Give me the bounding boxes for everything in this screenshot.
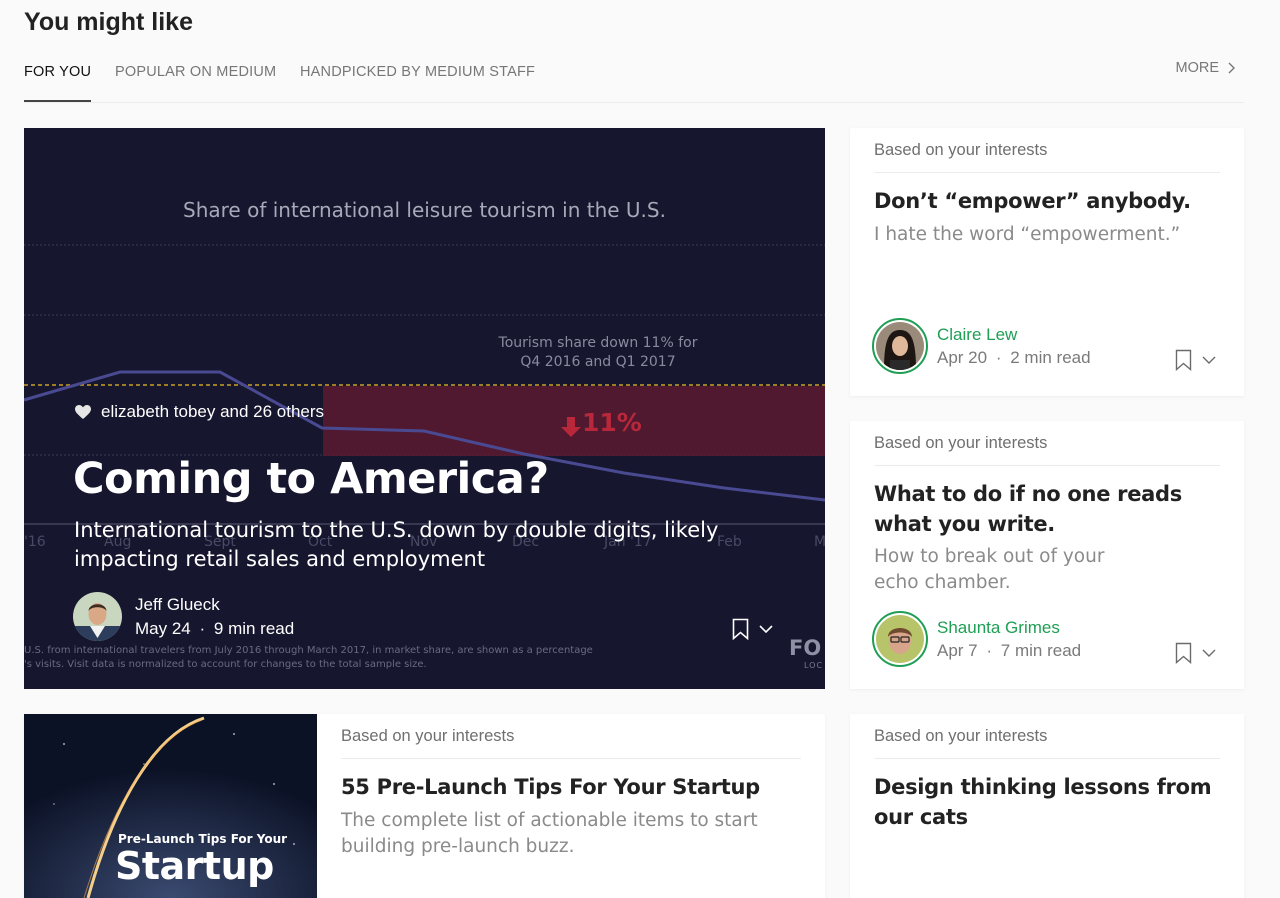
bookmark-icon[interactable] [1175,349,1192,371]
story-card[interactable]: Pre-Launch Tips For Your Startup Based o… [24,714,825,898]
divider [874,172,1220,173]
post-meta: May 24 · 9 min read [135,619,294,639]
more-label: MORE [1175,60,1220,76]
featured-story-card[interactable]: Share of international leisure tourism i… [24,128,825,689]
meta-separator: · [986,640,993,660]
chevron-right-icon [1228,62,1235,74]
card-label: Based on your interests [874,727,1048,745]
author-name[interactable]: Jeff Glueck [135,595,294,615]
featured-author-block: Jeff Glueck May 24 · 9 min read [73,592,294,641]
card-title[interactable]: 55 Pre-Launch Tips For Your Startup [341,772,801,802]
more-button[interactable]: MORE [1176,60,1237,76]
avatar-image [876,322,924,370]
section-title: You might like [24,8,193,36]
image-logo: FO [789,636,822,660]
month-label: M [814,534,825,550]
card-label: Based on your interests [874,141,1048,159]
avatar[interactable] [872,318,928,374]
story-thumbnail: Pre-Launch Tips For Your Startup [24,714,317,898]
source-line-1: U.S. from international travelers from J… [24,645,593,656]
post-meta: Apr 7 · 7 min read [937,641,1081,661]
bookmark-icon[interactable] [1175,642,1192,664]
chart-annotation: Tourism share down 11% for Q4 2016 and Q… [498,334,698,372]
chart-source-note: U.S. from international travelers from J… [24,644,593,672]
card-title[interactable]: Don’t “empower” anybody. [874,186,1214,216]
chevron-down-icon[interactable] [759,624,773,634]
author-name[interactable]: Claire Lew [937,325,1091,345]
recommendations: elizabeth tobey and 26 others [74,402,324,422]
divider [874,465,1220,466]
recommended-by-text: elizabeth tobey and 26 others [101,402,325,421]
active-tab-indicator [24,100,91,102]
post-date: Apr 20 [937,347,988,367]
card-label: Based on your interests [341,727,515,745]
author-name[interactable]: Shaunta Grimes [937,618,1081,638]
featured-title[interactable]: Coming to America? [73,454,549,504]
card-author-block: Shaunta Grimes Apr 7 · 7 min read [872,611,1081,667]
divider [874,758,1220,759]
card-actions [1175,349,1216,371]
card-title[interactable]: What to do if no one reads what you writ… [874,479,1214,539]
source-line-2: 's visits. Visit data is normalized to a… [24,659,427,670]
read-time: 2 min read [1010,347,1091,367]
meta-separator: · [199,618,206,638]
post-meta: Apr 20 · 2 min read [937,348,1091,368]
avatar-image [876,615,924,663]
read-time: 7 min read [1000,640,1082,660]
chevron-down-icon[interactable] [1202,355,1216,365]
read-time: 9 min read [213,618,295,638]
avatar[interactable] [73,592,122,641]
tab-popular-on-medium[interactable]: POPULAR ON MEDIUM [115,64,276,80]
annotation-line-2: Q4 2016 and Q1 2017 [520,354,676,370]
month-label: '16 [24,534,46,550]
card-subtitle: How to break out of your echo chamber. [874,546,1105,593]
story-card[interactable]: Based on your interests Don’t “empower” … [850,128,1244,396]
thumbnail-big-text: Startup [115,844,274,888]
chart-percent-drop: 11% [582,408,642,437]
chevron-down-icon[interactable] [1202,648,1216,658]
featured-subtitle: International tourism to the U.S. down b… [74,518,719,571]
tab-bar: FOR YOU POPULAR ON MEDIUM HANDPICKED BY … [24,60,1244,103]
divider [341,758,801,759]
avatar-image [73,592,122,641]
card-title[interactable]: Design thinking lessons from our cats [874,772,1214,832]
meta-separator: · [995,347,1002,367]
chart-title: Share of international leisure tourism i… [183,198,666,222]
featured-actions [732,618,773,640]
story-card[interactable]: Based on your interests Design thinking … [850,714,1244,898]
avatar[interactable] [872,611,928,667]
annotation-line-1: Tourism share down 11% for [498,335,698,351]
card-actions [1175,642,1216,664]
story-card[interactable]: Based on your interests What to do if no… [850,421,1244,689]
tab-for-you[interactable]: FOR YOU [24,64,91,80]
post-date: Apr 7 [937,640,978,660]
bookmark-icon[interactable] [732,618,749,640]
post-date: May 24 [135,618,191,638]
card-subtitle: I hate the word “empowerment.” [874,224,1181,245]
card-label: Based on your interests [874,434,1048,452]
card-author-block: Claire Lew Apr 20 · 2 min read [872,318,1091,374]
tab-handpicked[interactable]: HANDPICKED BY MEDIUM STAFF [300,64,535,80]
card-subtitle: The complete list of actionable items to… [341,810,758,857]
heart-icon [75,405,91,419]
image-logo-sub: LOC [804,661,824,670]
